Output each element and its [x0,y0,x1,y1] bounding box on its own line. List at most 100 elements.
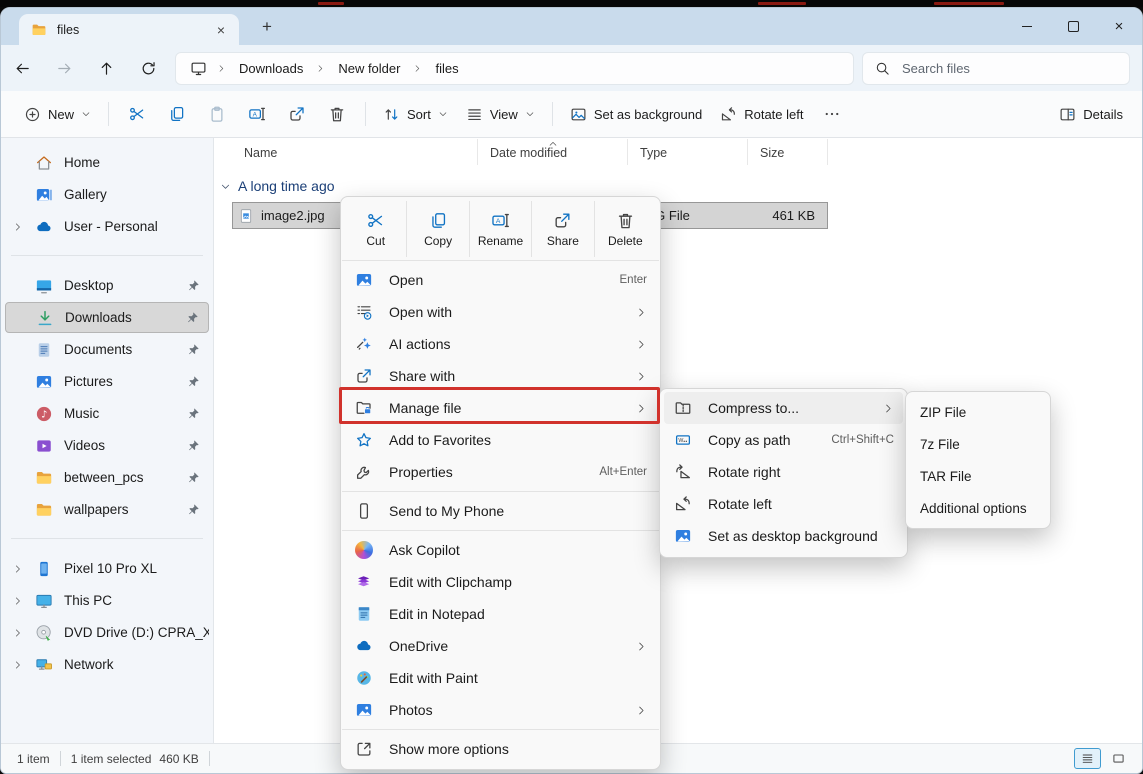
submenu-item-compress-to[interactable]: Compress to... [664,392,903,424]
new-tab-button[interactable]: + [255,15,279,39]
chevron-down-icon [81,109,91,119]
new-button[interactable]: New [15,96,100,132]
sidebar-item-music[interactable]: ♪ Music [5,398,209,429]
expand-chevron-icon[interactable] [13,564,23,574]
copy-button[interactable] [157,96,197,132]
collapse-chevron-icon[interactable] [220,181,231,192]
sidebar-item-dvd-drive[interactable]: DVD Drive (D:) CPRA_X64FRE_ [5,617,209,648]
submenu-chevron-icon [636,339,647,350]
paste-button[interactable] [197,96,237,132]
menu-item-ask-copilot[interactable]: Ask Copilot [341,534,660,566]
clipchamp-icon [355,573,373,591]
sidebar-item-pictures[interactable]: Pictures [5,366,209,397]
delete-button[interactable] [317,96,357,132]
menu-item-open[interactable]: Open Enter [341,264,660,296]
column-header-name[interactable]: Name [232,139,478,165]
sidebar-item-between-pcs[interactable]: between_pcs [5,462,209,493]
tab-files[interactable]: files × [19,14,239,45]
up-button[interactable] [85,50,127,86]
sidebar-item-network[interactable]: Network [5,649,209,680]
refresh-button[interactable] [127,50,169,86]
chevron-right-icon [316,64,325,73]
minimize-button[interactable] [1004,8,1050,45]
search-input[interactable] [900,60,1117,77]
sidebar-item-videos[interactable]: Videos [5,430,209,461]
menu-item-edit-with-paint[interactable]: Edit with Paint [341,662,660,694]
sidebar-item-desktop[interactable]: Desktop [5,270,209,301]
sidebar-item-downloads[interactable]: Downloads [5,302,209,333]
menu-item-edit-with-clipchamp[interactable]: Edit with Clipchamp [341,566,660,598]
dvd-drive-icon [35,624,53,642]
quick-copy-button[interactable]: Copy [407,201,469,257]
file-size: 461 KB [748,208,823,223]
submenu-item-7z-file[interactable]: 7z File [906,428,1050,460]
photo-icon [355,271,373,289]
menu-item-share-with[interactable]: Share with [341,360,660,392]
rename-button[interactable]: A [237,96,277,132]
column-header-size[interactable]: Size [748,139,828,165]
menu-item-edit-in-notepad[interactable]: Edit in Notepad [341,598,660,630]
folder-icon [35,501,53,519]
submenu-item-rotate-left[interactable]: Rotate left [660,488,907,520]
selection-count: 1 item selected [71,752,152,766]
breadcrumb-downloads[interactable]: Downloads [232,58,310,79]
menu-item-send-to-my-phone[interactable]: Send to My Phone [341,495,660,527]
menu-item-properties[interactable]: Properties Alt+Enter [341,456,660,488]
search-box[interactable] [862,52,1130,85]
sidebar-item-wallpapers[interactable]: wallpapers [5,494,209,525]
expand-chevron-icon[interactable] [13,628,23,638]
back-button[interactable] [1,50,43,86]
share-button[interactable] [277,96,317,132]
rotate-left-button[interactable]: Rotate left [711,96,812,132]
sidebar-item-documents[interactable]: Documents [5,334,209,365]
submenu-item-tar-file[interactable]: TAR File [906,460,1050,492]
sidebar-item-home[interactable]: Home [5,147,209,178]
menu-item-open-with[interactable]: Open with [341,296,660,328]
quick-delete-button[interactable]: Delete [595,201,656,257]
back-icon [14,60,31,77]
menu-item-add-to-favorites[interactable]: Add to Favorites [341,424,660,456]
details-view-toggle[interactable] [1074,748,1101,769]
menu-item-ai-actions[interactable]: AI actions [341,328,660,360]
sidebar-item-this-pc[interactable]: This PC [5,585,209,616]
this-pc-icon[interactable] [190,60,207,77]
set-as-background-button[interactable]: Set as background [561,96,711,132]
expand-chevron-icon[interactable] [13,660,23,670]
view-button[interactable]: View [457,96,544,132]
pin-icon [187,279,200,292]
submenu-item-rotate-right[interactable]: Rotate right [660,456,907,488]
tab-close-icon[interactable]: × [211,20,231,40]
large-icons-view-toggle[interactable] [1105,748,1132,769]
sort-button[interactable]: Sort [374,96,457,132]
quick-cut-button[interactable]: Cut [345,201,407,257]
sidebar-item-gallery[interactable]: Gallery [5,179,209,210]
column-header-type[interactable]: Type [628,139,748,165]
quick-share-button[interactable]: Share [532,201,594,257]
menu-item-manage-file[interactable]: Manage file [341,392,660,424]
star-icon [355,431,373,449]
details-label: Details [1083,107,1123,122]
expand-chevron-icon[interactable] [13,222,23,232]
submenu-item-additional-options[interactable]: Additional options [906,492,1050,524]
menu-item-onedrive[interactable]: OneDrive [341,630,660,662]
close-button[interactable]: × [1096,8,1142,45]
sidebar-item-pixel-phone[interactable]: Pixel 10 Pro XL [5,553,209,584]
expand-chevron-icon[interactable] [13,596,23,606]
group-header-a-long-time-ago[interactable]: A long time ago [220,178,1142,194]
menu-item-show-more-options[interactable]: Show more options [341,733,660,765]
column-header-date-modified[interactable]: Date modified [478,139,628,165]
breadcrumb-new-folder[interactable]: New folder [331,58,407,79]
forward-button[interactable] [43,50,85,86]
sidebar-item-user-personal[interactable]: User - Personal [5,211,209,242]
quick-rename-button[interactable]: ARename [470,201,532,257]
details-button[interactable]: Details [1050,96,1132,132]
cut-button[interactable] [117,96,157,132]
submenu-item-set-as-desktop-background[interactable]: Set as desktop background [660,520,907,552]
more-options-button[interactable] [812,96,852,132]
menu-item-photos[interactable]: Photos [341,694,660,726]
submenu-item-copy-as-path[interactable]: W Copy as path Ctrl+Shift+C [660,424,907,456]
breadcrumb-files[interactable]: files [428,58,465,79]
submenu-item-zip-file[interactable]: ZIP File [906,396,1050,428]
notepad-icon [355,605,373,623]
maximize-button[interactable] [1050,8,1096,45]
